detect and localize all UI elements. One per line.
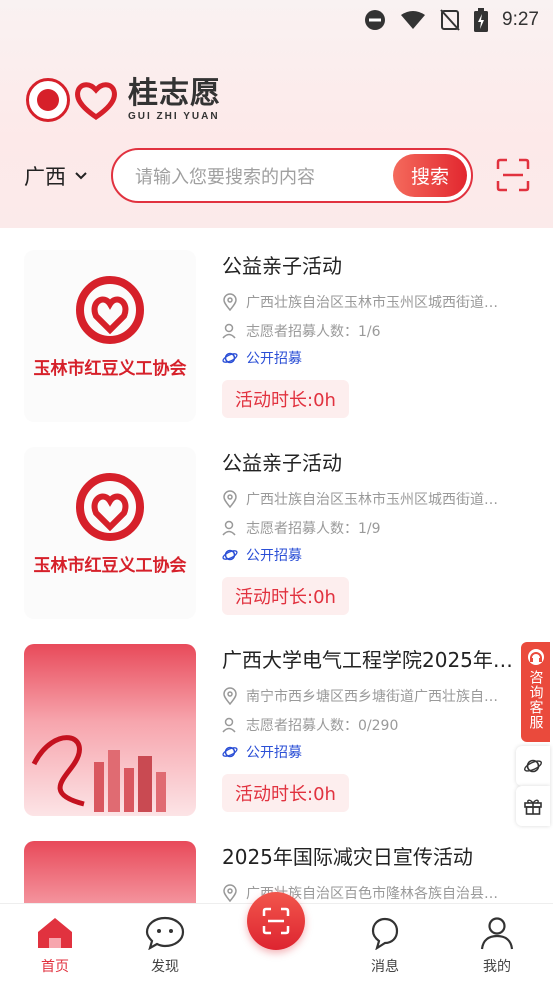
location-text: 广西壮族自治区玉林市玉州区城西街道… [246,295,498,311]
recruit-type: 公开招募 [246,548,302,564]
region-label: 广西 [24,165,66,189]
consult-label: 咨询客服 [527,670,544,730]
duration-badge: 活动时长:0h [222,380,349,418]
org-name: 玉林市红豆义工协会 [33,556,187,576]
status-time: 9:27 [502,9,539,30]
planet-icon [222,549,238,561]
org-logo-icon [76,276,144,344]
location-pin-icon [223,884,237,902]
location-pin-icon [223,293,237,311]
search-input[interactable] [135,164,385,190]
activity-title: 公益亲子活动 [222,451,342,475]
activity-location: 广西壮族自治区玉林市玉州区城西街道… [222,489,524,509]
activity-card[interactable]: 广西大学电气工程学院2025年… 南宁市西乡塘区西乡塘街道广西壮族自… 志愿者招… [0,622,553,818]
person-icon [222,520,236,536]
recruit-count: 志愿者招募人数：1/6 [246,324,381,340]
planet-icon [524,759,542,773]
tab-messages-label: 消息 [371,959,399,975]
location-pin-icon [223,490,237,508]
duration-badge: 活动时长:0h [222,577,349,615]
status-bar: 9:27 [0,0,553,40]
activity-thumbnail [24,644,196,816]
activity-thumbnail: 玉林市红豆义工协会 [24,447,196,619]
brand-name: 桂志愿 [128,76,221,111]
gift-float-button[interactable] [516,786,550,826]
region-selector[interactable]: 广西 [24,161,88,191]
battery-icon [474,8,489,32]
tab-messages[interactable]: 消息 [345,916,425,976]
tab-home-label: 首页 [41,959,69,975]
message-icon [371,917,399,950]
duration-badge: 活动时长:0h [222,774,349,812]
chevron-down-icon [75,172,87,180]
brand-logo: 桂志愿 GUI ZHI YUAN [26,78,221,122]
activity-location: 广西壮族自治区玉林市玉州区城西街道… [222,292,524,312]
search-button[interactable]: 搜索 [393,154,467,197]
recruit-type: 公开招募 [246,745,302,761]
activity-card[interactable]: 玉林市红豆义工协会 公益亲子活动 广西壮族自治区玉林市玉州区城西街道… 志愿者招… [0,228,553,424]
activity-count: 志愿者招募人数：1/9 [222,518,524,538]
recruit-count: 志愿者招募人数：0/290 [246,718,399,734]
person-icon [222,717,236,733]
no-signal-icon [440,9,460,31]
scan-icon [262,907,290,935]
activity-title: 2025年国际减灾日宣传活动 [222,845,473,869]
tab-mine[interactable]: 我的 [457,916,537,976]
activity-recruit-type: 公开招募 [222,545,524,565]
headset-icon [527,649,544,665]
dnd-icon [365,10,386,30]
activity-thumbnail: 玉林市红豆义工协会 [24,250,196,422]
tab-home[interactable]: 首页 [15,916,95,976]
activity-card[interactable]: 玉林市红豆义工协会 公益亲子活动 广西壮族自治区玉林市玉州区城西街道… 志愿者招… [0,425,553,621]
bottom-tab-bar: 首页 发现 消息 我的 [0,892,553,983]
recruit-count: 志愿者招募人数：1/9 [246,521,381,537]
wifi-icon [401,11,426,29]
search-row: 广西 搜索 [0,148,553,204]
recruit-type: 公开招募 [246,351,302,367]
user-icon [480,917,514,950]
gift-icon [524,799,542,815]
activity-recruit-type: 公开招募 [222,348,524,368]
location-text: 南宁市西乡塘区西乡塘街道广西壮族自… [246,689,498,705]
heart-hand-icon [75,82,117,120]
tab-mine-label: 我的 [483,959,511,975]
home-icon [38,918,72,948]
tab-discover[interactable]: 发现 [125,916,205,976]
org-logo-icon [76,473,144,541]
scan-icon[interactable] [496,158,530,192]
activity-location: 南宁市西乡塘区西乡塘街道广西壮族自… [222,686,524,706]
consult-service-button[interactable]: 咨询客服 [521,642,550,742]
seal-emblem-icon [26,78,70,122]
person-icon [222,323,236,339]
ribbon-heart-image [31,735,166,812]
activity-count: 志愿者招募人数：0/290 [222,715,524,735]
activity-count: 志愿者招募人数：1/6 [222,321,524,341]
brand-name-en: GUI ZHI YUAN [128,111,220,122]
chat-bubble-icon [145,916,185,950]
org-name: 玉林市红豆义工协会 [33,359,187,379]
location-pin-icon [223,687,237,705]
planet-icon [222,746,238,758]
explore-float-button[interactable] [516,746,550,786]
activity-title: 广西大学电气工程学院2025年… [222,648,513,672]
planet-icon [222,352,238,364]
search-box: 搜索 [111,148,473,203]
center-scan-button[interactable] [247,892,305,950]
activity-recruit-type: 公开招募 [222,742,524,762]
location-text: 广西壮族自治区玉林市玉州区城西街道… [246,492,498,508]
activity-title: 公益亲子活动 [222,254,342,278]
tab-discover-label: 发现 [151,959,179,975]
